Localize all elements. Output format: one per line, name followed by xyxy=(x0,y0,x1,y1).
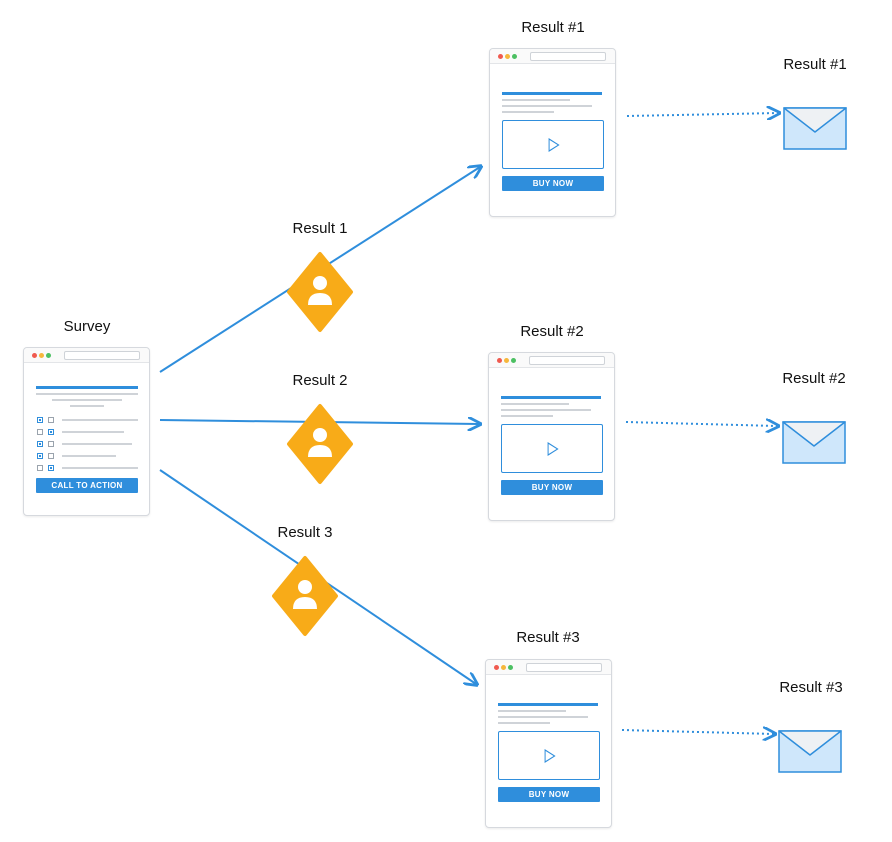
envelope-icon xyxy=(783,107,847,150)
envelope-layer xyxy=(778,107,847,773)
envelope-icon xyxy=(782,421,846,464)
envelope-icon xyxy=(778,730,842,773)
